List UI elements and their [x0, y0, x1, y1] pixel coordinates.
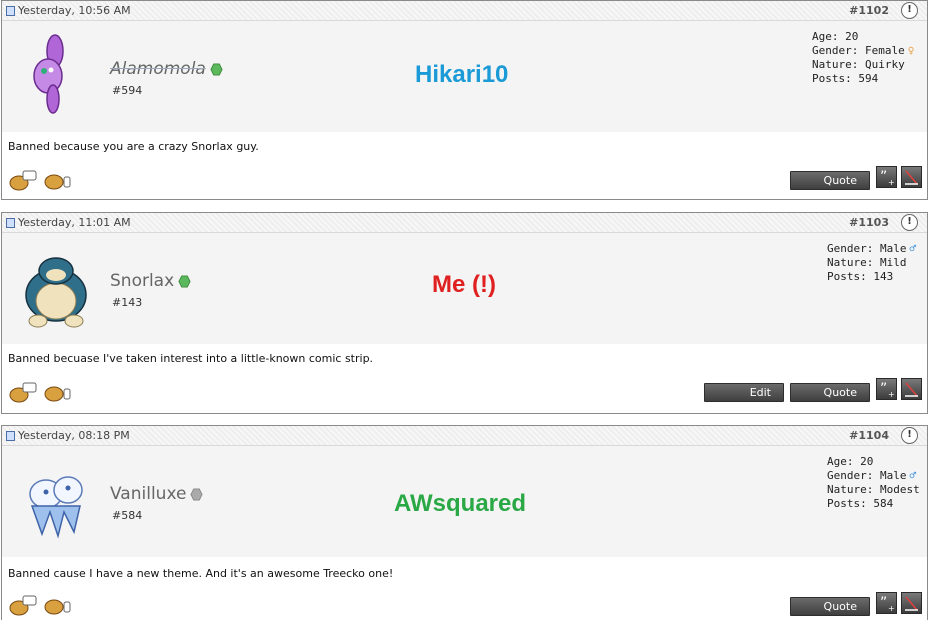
post-icon: [6, 217, 15, 228]
stat-age: Age: 20: [812, 30, 859, 43]
stat-nature: Nature: Quirky: [812, 58, 905, 71]
user-post-number: #594: [112, 84, 143, 97]
female-icon: ♀: [907, 44, 915, 57]
username-text[interactable]: Vanilluxe: [110, 484, 186, 504]
post-header: Yesterday, 10:56 AM #1102 !: [2, 1, 927, 21]
report-icon[interactable]: !: [901, 214, 918, 231]
male-icon: ♂: [909, 242, 917, 255]
stat-gender-text: Gender: Male: [827, 469, 907, 482]
post-date-text: Yesterday, 11:01 AM: [18, 216, 131, 229]
svg-text:”: ”: [880, 595, 887, 611]
stat-gender-text: Gender: Male: [827, 242, 907, 255]
pokemon-chat-icon[interactable]: [8, 594, 38, 616]
overlay-label: AWsquared: [394, 490, 527, 517]
pokemon-chat-icon[interactable]: [8, 381, 38, 403]
stat-gender-text: Gender: Female: [812, 44, 905, 57]
stat-posts: Posts: 143: [827, 270, 894, 283]
stat-nature: Nature: Modest: [827, 483, 920, 496]
post-number[interactable]: #1102: [849, 4, 889, 17]
male-icon: ♂: [909, 469, 917, 482]
stat-age: Age: 20: [827, 455, 874, 468]
pokemon-chat-icon[interactable]: [8, 169, 38, 191]
svg-text:+: +: [888, 178, 895, 187]
post-footer-icons: [8, 381, 72, 403]
post-header: Yesterday, 11:01 AM #1103 !: [2, 213, 927, 233]
pokemon-thumbs-icon[interactable]: [42, 381, 72, 403]
username-text[interactable]: Alamomola: [110, 59, 206, 79]
report-icon[interactable]: !: [901, 427, 918, 444]
post-number[interactable]: #1104: [849, 429, 889, 442]
post-number[interactable]: #1103: [849, 216, 889, 229]
reply-icon[interactable]: [901, 378, 922, 400]
post-date-text: Yesterday, 08:18 PM: [18, 429, 130, 442]
user-info: Snorlax #143 Me (!) Gender: Male ♂ Nature…: [2, 233, 927, 344]
user-info: Vanilluxe #584 AWsquared Age: 20 Gender:…: [2, 446, 927, 557]
stat-gender: Gender: Male ♂: [827, 469, 920, 483]
avatar[interactable]: [20, 243, 90, 329]
svg-text:+: +: [888, 604, 895, 613]
reply-icon[interactable]: [901, 166, 922, 188]
user-stats: Gender: Male ♂ Nature: Mild Posts: 143: [827, 242, 916, 284]
post-1104: Yesterday, 08:18 PM #1104 ! Vanilluxe #5…: [1, 425, 928, 620]
post-message: Banned becuase I've taken interest into …: [8, 352, 374, 365]
multi-quote-icon[interactable]: ” +: [876, 166, 897, 188]
overlay-label: Hikari10: [415, 61, 509, 88]
post-footer-icons: [8, 594, 72, 616]
svg-text:”: ”: [880, 169, 887, 185]
post-1103: Yesterday, 11:01 AM #1103 ! Snorlax #143…: [1, 212, 928, 414]
multi-quote-icon[interactable]: ” +: [876, 378, 897, 400]
post-message: Banned because you are a crazy Snorlax g…: [8, 140, 259, 153]
stat-gender: Gender: Female ♀: [812, 44, 914, 58]
stat-posts: Posts: 594: [812, 72, 879, 85]
post-date: Yesterday, 10:56 AM: [6, 4, 131, 17]
stat-posts: Posts: 584: [827, 497, 894, 510]
username[interactable]: Snorlax: [110, 271, 191, 291]
offline-status-icon: [190, 487, 204, 501]
online-status-icon: [178, 274, 191, 288]
online-status-icon: [210, 62, 223, 76]
pokemon-thumbs-icon[interactable]: [42, 594, 72, 616]
quote-button[interactable]: Quote: [790, 171, 870, 190]
user-post-number: #143: [112, 296, 143, 309]
username[interactable]: Alamomola: [110, 59, 223, 79]
user-post-number: #584: [112, 509, 143, 522]
post-1102: Yesterday, 10:56 AM #1102 ! Alamomola #5…: [1, 0, 928, 200]
pokemon-thumbs-icon[interactable]: [42, 169, 72, 191]
username-text[interactable]: Snorlax: [110, 271, 174, 291]
quote-button[interactable]: Quote: [790, 383, 870, 402]
svg-text:+: +: [888, 390, 895, 399]
stat-nature: Nature: Mild: [827, 256, 907, 269]
user-stats: Age: 20 Gender: Female ♀ Nature: Quirky P…: [812, 30, 914, 86]
post-date: Yesterday, 11:01 AM: [6, 216, 131, 229]
avatar[interactable]: [20, 456, 90, 542]
post-icon: [6, 430, 15, 441]
reply-icon[interactable]: [901, 592, 922, 614]
username[interactable]: Vanilluxe: [110, 484, 204, 504]
user-info: Alamomola #594 Hikari10 Age: 20 Gender: …: [2, 21, 927, 132]
avatar[interactable]: [20, 31, 90, 117]
user-stats: Age: 20 Gender: Male ♂ Nature: Modest Pos…: [827, 455, 920, 511]
post-footer-icons: [8, 169, 72, 191]
post-message: Banned cause I have a new theme. And it'…: [8, 567, 394, 580]
report-icon[interactable]: !: [901, 2, 918, 19]
post-icon: [6, 5, 15, 16]
multi-quote-icon[interactable]: ” +: [876, 592, 897, 614]
stat-gender: Gender: Male ♂: [827, 242, 916, 256]
quote-button[interactable]: Quote: [790, 597, 870, 616]
svg-text:”: ”: [880, 381, 887, 397]
post-date: Yesterday, 08:18 PM: [6, 429, 130, 442]
overlay-label: Me (!): [432, 271, 496, 298]
post-date-text: Yesterday, 10:56 AM: [18, 4, 131, 17]
edit-button[interactable]: Edit: [704, 383, 784, 402]
post-header: Yesterday, 08:18 PM #1104 !: [2, 426, 927, 446]
